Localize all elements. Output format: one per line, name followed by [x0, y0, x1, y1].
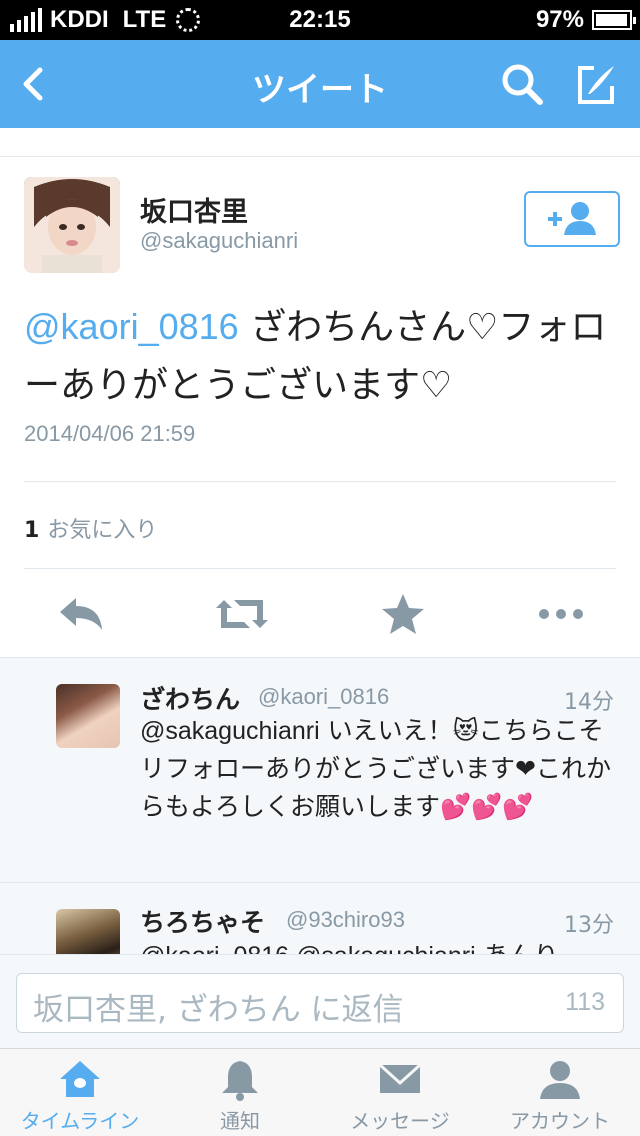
add-user-icon: [548, 202, 596, 235]
nav-bar: ツイート: [0, 40, 640, 128]
avatar[interactable]: [24, 177, 120, 273]
battery-percent: 97%: [535, 6, 584, 33]
tweet-timestamp: 2014/04/06 21:59: [24, 421, 196, 446]
reply-author-name[interactable]: ちろちゃそ: [140, 903, 265, 939]
retweet-icon[interactable]: [214, 592, 270, 636]
bell-icon: [222, 1061, 258, 1101]
tab-label: アカウント: [510, 1109, 610, 1133]
home-icon: [60, 1061, 100, 1097]
search-icon[interactable]: [498, 60, 546, 108]
reply-author-handle[interactable]: @kaori_0816: [258, 684, 389, 710]
favorite-label: お気に入り: [47, 518, 158, 543]
follow-button[interactable]: [524, 191, 620, 247]
reply-mention[interactable]: @kaori_0816 @sakaguchianri: [140, 942, 476, 954]
tab-label: タイムライン: [20, 1109, 140, 1133]
reply-mention[interactable]: @sakaguchianri: [140, 717, 320, 745]
tab-bar: タイムライン 通知 メッセージ アカウント: [0, 1048, 640, 1136]
compose-icon[interactable]: [572, 60, 620, 108]
reply-list: ざわちん @kaori_0816 14分 @sakaguchianri いえいえ…: [0, 658, 640, 954]
reply-icon[interactable]: [56, 592, 106, 636]
divider: [24, 568, 616, 569]
reply-author-handle[interactable]: @93chiro93: [286, 907, 405, 933]
divider: [0, 156, 640, 157]
status-bar: KDDI LTE 22:15 97%: [0, 0, 640, 40]
reply-composer: 坂口杏里, ざわちん に返信 113: [0, 954, 640, 1050]
reply-time: 13分: [564, 913, 614, 938]
tab-notifications[interactable]: 通知: [160, 1049, 320, 1136]
reply-placeholder: 坂口杏里, ざわちん に返信: [33, 992, 404, 1028]
status-right: 97%: [535, 6, 636, 34]
avatar-photo: [24, 177, 120, 273]
reply-item[interactable]: ちろちゃそ @93chiro93 13分 @kaori_0816 @sakagu…: [0, 883, 640, 954]
envelope-icon: [378, 1063, 422, 1093]
tab-timeline[interactable]: タイムライン: [0, 1049, 160, 1136]
more-icon[interactable]: [536, 592, 586, 636]
char-counter: 113: [565, 988, 605, 1016]
reply-author-name[interactable]: ざわちん: [140, 680, 240, 716]
reply-body: あんり: [476, 941, 559, 954]
reply-item[interactable]: ざわちん @kaori_0816 14分 @sakaguchianri いえいえ…: [0, 658, 640, 883]
reply-avatar[interactable]: [56, 684, 120, 748]
tweet-mention[interactable]: @kaori_0816: [24, 306, 239, 347]
tab-messages[interactable]: メッセージ: [320, 1049, 480, 1136]
author-name[interactable]: 坂口杏里: [140, 190, 248, 229]
tab-account[interactable]: アカウント: [480, 1049, 640, 1136]
author-handle[interactable]: @sakaguchianri: [140, 228, 298, 254]
reply-avatar[interactable]: [56, 909, 120, 954]
person-icon: [540, 1061, 580, 1099]
tab-label: メッセージ: [350, 1109, 450, 1133]
favorite-count: 1: [24, 518, 40, 543]
reply-text: @sakaguchianri いえいえ！😻こちらこそリフォローありがとうございま…: [140, 712, 620, 826]
reply-text: @kaori_0816 @sakaguchianri あんり: [140, 937, 620, 954]
tweet-text: @kaori_0816 ざわちんさん♡フォローありがとうございます♡: [24, 298, 624, 415]
divider: [24, 481, 616, 482]
favorites-stat[interactable]: 1 お気に入り: [24, 512, 157, 544]
reply-input[interactable]: 坂口杏里, ざわちん に返信 113: [16, 973, 624, 1033]
battery-icon: [592, 10, 636, 30]
favorite-star-icon[interactable]: [378, 592, 428, 636]
tab-label: 通知: [220, 1109, 260, 1133]
